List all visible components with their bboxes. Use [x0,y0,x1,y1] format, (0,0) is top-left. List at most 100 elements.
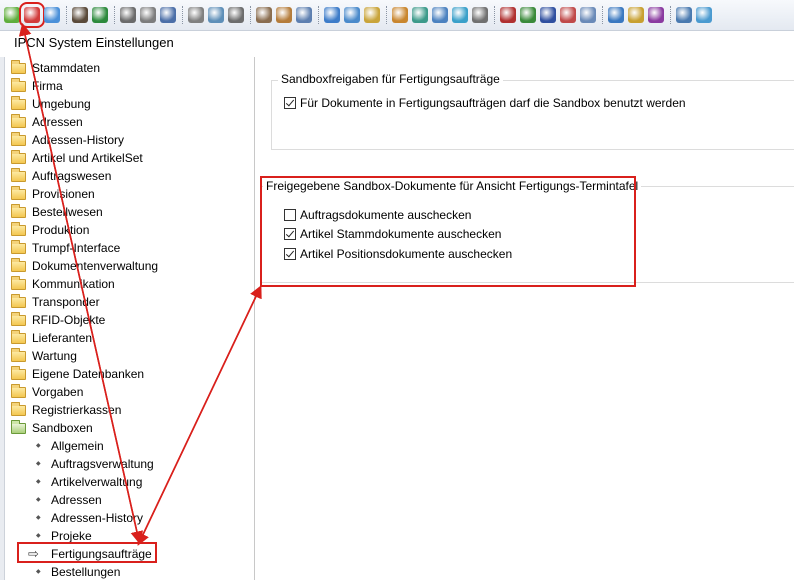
tree-folder-label: Stammdaten [32,61,101,75]
book-purple-icon[interactable] [648,7,664,23]
tree-folder-label: Provisionen [32,187,95,201]
folder-icon [11,402,26,416]
tree-folder-label: Registrierkassen [32,403,122,417]
tree-item[interactable]: ◆ Adressen-History [8,509,248,527]
bullet-icon: ◆ [36,461,41,467]
tree-item-label: Adressen-History [51,511,144,525]
book-red-icon[interactable] [500,7,516,23]
toolbar-separator [670,6,672,24]
truck-icon[interactable] [432,7,448,23]
folder-book-icon[interactable] [628,7,644,23]
tree-folder[interactable]: Umgebung [8,95,248,113]
exchange-icon[interactable] [412,7,428,23]
user-icon[interactable] [72,7,88,23]
tree-folder[interactable]: Wartung [8,347,248,365]
tree-folder[interactable]: Artikel und ArtikelSet [8,149,248,167]
star-icon[interactable] [452,7,468,23]
tree-folder[interactable]: Transponder [8,293,248,311]
tree-folder[interactable]: Provisionen [8,185,248,203]
toolbar-separator [114,6,116,24]
settings-green-icon[interactable] [4,7,20,23]
tree-item[interactable]: ◆ Artikelverwaltung [8,473,248,491]
tree-folder[interactable]: Stammdaten [8,59,248,77]
tree-folder-label: Trumpf-Interface [32,241,121,255]
sandbox-usage-checkbox[interactable] [284,97,296,109]
stamp-icon[interactable] [560,7,576,23]
tree-folder[interactable]: Eigene Datenbanken [8,365,248,383]
tree-folder[interactable]: Sandboxen [8,419,248,437]
calculator-icon[interactable] [472,7,488,23]
folder-open-icon [11,420,26,434]
folder-icon [11,348,26,362]
bullet-icon: ◆ [36,569,41,575]
tree-item[interactable]: ◆ Bestellungen [8,563,248,580]
tree-folder-label: Kommunikation [32,277,115,291]
folder-icon [11,330,26,344]
group-icon[interactable] [392,7,408,23]
window-title: IPCN System Einstellungen [14,35,174,50]
toolbar-separator [182,6,184,24]
pie-chart-icon[interactable] [608,7,624,23]
tree-folder-label: Firma [32,79,63,93]
folder-icon [11,96,26,110]
bullet-icon: ◆ [36,515,41,521]
folder-icon [11,168,26,182]
tree-folder[interactable]: Vorgaben [8,383,248,401]
tree-item[interactable]: ◆ Allgemein [8,437,248,455]
book-green-icon[interactable] [520,7,536,23]
toolbar-separator [602,6,604,24]
tree-folder-label: Produktion [32,223,90,237]
tree-folder[interactable]: Adressen-History [8,131,248,149]
tree-folder-label: Sandboxen [32,421,93,435]
book-blue-icon[interactable] [540,7,556,23]
chart-icon[interactable] [296,7,312,23]
box-icon[interactable] [364,7,380,23]
globe-icon[interactable] [208,7,224,23]
tree-folder[interactable]: Trumpf-Interface [8,239,248,257]
window-icon[interactable] [676,7,692,23]
tree-item-label: Auftragsverwaltung [51,457,154,471]
tree-folder[interactable]: Registrierkassen [8,401,248,419]
folder-icon [11,366,26,380]
user-check-icon[interactable] [92,7,108,23]
tree-folder-label: Transponder [32,295,100,309]
tree-folder-label: Adressen-History [32,133,125,147]
users-icon[interactable] [256,7,272,23]
tree-folder-label: Auftragswesen [32,169,112,183]
clock-icon[interactable] [188,7,204,23]
document-icon[interactable] [160,7,176,23]
disk-icon[interactable] [228,7,244,23]
gears-icon[interactable] [344,7,360,23]
tree-folder[interactable]: Auftragswesen [8,167,248,185]
settings-tree[interactable]: Stammdaten Firma Umgebung Adressen Adressen-… [8,57,255,580]
checkbox-label: Für Dokumente in Fertigungsaufträgen dar… [300,96,686,110]
gear-blue-icon[interactable] [324,7,340,23]
tree-item[interactable]: ◆ Auftragsverwaltung [8,455,248,473]
tree-folder-label: Artikel und ArtikelSet [32,151,143,165]
tree-folder[interactable]: Adressen [8,113,248,131]
folder-icon [11,132,26,146]
tree-item-label: Bestellungen [51,565,121,579]
tree-folder[interactable]: Dokumentenverwaltung [8,257,248,275]
tools-icon[interactable] [276,7,292,23]
folder-icon [11,150,26,164]
tree-folder[interactable]: RFID-Objekte [8,311,248,329]
tree-folder[interactable]: Produktion [8,221,248,239]
settings-blue-icon[interactable] [44,7,60,23]
tree-item[interactable]: ◆ Adressen [8,491,248,509]
tree-folder[interactable]: Lieferanten [8,329,248,347]
tree-folder-label: Dokumentenverwaltung [32,259,159,273]
printer-icon[interactable] [140,7,156,23]
folder-icon [11,294,26,308]
print-icon[interactable] [120,7,136,23]
toolbar-separator [66,6,68,24]
settings-red-icon[interactable] [19,2,45,28]
annotation-box-group [260,176,636,287]
folder-icon [11,204,26,218]
folder-icon [11,240,26,254]
image-icon[interactable] [580,7,596,23]
tree-folder[interactable]: Bestellwesen [8,203,248,221]
tree-folder[interactable]: Kommunikation [8,275,248,293]
chat-icon[interactable] [696,7,712,23]
tree-folder[interactable]: Firma [8,77,248,95]
